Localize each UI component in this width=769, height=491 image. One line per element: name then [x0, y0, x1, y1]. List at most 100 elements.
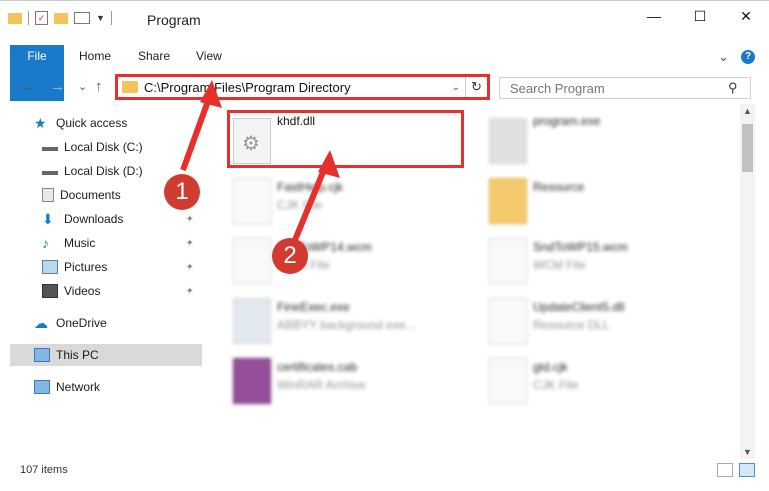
large-icons-view-icon[interactable] [739, 463, 755, 477]
details-view-icon[interactable] [717, 463, 733, 477]
drive-icon [42, 167, 58, 175]
address-dropdown-icon[interactable]: ⌄ [447, 82, 465, 93]
file-name: gtd.cjk [533, 360, 568, 374]
file-name: SndToWP15.wcm [533, 240, 628, 254]
sidebar-item-onedrive[interactable]: ☁ OneDrive [34, 312, 107, 334]
search-box[interactable]: ⚲ [499, 77, 751, 99]
pc-icon [34, 348, 50, 362]
search-input[interactable] [510, 80, 728, 96]
back-button[interactable]: ← [20, 78, 35, 95]
sidebar-item-local-disk-d[interactable]: Local Disk (D:) [42, 160, 143, 182]
file-item[interactable]: Resource [483, 170, 723, 226]
address-path[interactable]: C:\Program Files\Program Directory [144, 80, 447, 95]
sidebar-item-music[interactable]: ♪ Music ✦ [42, 232, 202, 254]
file-icon [489, 358, 527, 404]
pin-icon[interactable]: ✦ [186, 262, 194, 273]
downloads-icon: ⬇ [42, 211, 54, 227]
network-icon [34, 380, 50, 394]
drive-icon [42, 143, 58, 151]
view-switcher [717, 463, 755, 477]
title-bar: ✓ ▼ Program — ☐ ✕ [0, 0, 769, 38]
file-item[interactable]: SndToWP14.wcm WCM File [227, 230, 467, 286]
sidebar-item-label: Local Disk (D:) [64, 164, 143, 178]
file-name: FineExec.exe [277, 300, 350, 314]
sidebar-item-videos[interactable]: Videos ✦ [42, 280, 202, 302]
file-icon [233, 238, 271, 284]
file-type: CJK File [533, 378, 579, 392]
new-folder-icon[interactable] [54, 12, 68, 24]
customize-toolbar-icon[interactable] [74, 12, 90, 24]
star-icon: ★ [34, 115, 47, 131]
forward-button[interactable]: → [50, 78, 65, 95]
sidebar-item-network[interactable]: Network [34, 376, 100, 398]
close-button[interactable]: ✕ [723, 1, 769, 31]
scroll-down-icon[interactable]: ▼ [740, 447, 755, 457]
documents-icon [42, 188, 54, 202]
sidebar-item-downloads[interactable]: ⬇ Downloads ✦ [42, 208, 202, 230]
cloud-icon: ☁ [34, 315, 48, 331]
sidebar-item-quick-access[interactable]: ★ Quick access [34, 112, 127, 134]
tab-view[interactable]: View [196, 45, 222, 68]
folder-icon [489, 178, 527, 224]
file-type: Resource DLL [533, 318, 610, 332]
file-name: Resource [533, 180, 585, 194]
refresh-button[interactable]: ↻ [465, 77, 487, 97]
tab-share[interactable]: Share [138, 45, 170, 68]
archive-icon [233, 358, 271, 404]
up-button[interactable]: ↑ [95, 78, 103, 95]
sidebar-item-label: Videos [64, 284, 101, 298]
scroll-up-icon[interactable]: ▲ [740, 106, 755, 116]
sidebar-item-label: Downloads [64, 212, 124, 226]
sidebar-item-local-disk-c[interactable]: Local Disk (C:) [42, 136, 143, 158]
search-icon[interactable]: ⚲ [728, 80, 750, 96]
sidebar-item-label: OneDrive [56, 316, 107, 330]
file-item[interactable]: gtd.cjk CJK File [483, 350, 723, 406]
sidebar-item-label: Pictures [64, 260, 108, 274]
dll-file-icon [489, 298, 527, 344]
pin-icon[interactable]: ✦ [186, 238, 194, 249]
sidebar-item-label: Local Disk (C:) [64, 140, 143, 154]
sidebar-item-this-pc[interactable]: This PC [10, 344, 202, 366]
file-name: UpdateClient5.dll [533, 300, 625, 314]
sidebar-item-pictures[interactable]: Pictures ✦ [42, 256, 202, 278]
vertical-scrollbar[interactable]: ▲ ▼ [740, 104, 755, 459]
music-icon: ♪ [42, 235, 49, 251]
file-item[interactable]: FineExec.exe ABBYY background exe... [227, 290, 467, 346]
exe-file-icon [233, 298, 271, 344]
file-icon [233, 178, 271, 224]
recent-locations-button[interactable]: ⌄ [78, 80, 87, 93]
file-type: ABBYY background exe... [277, 318, 416, 332]
status-bar: 107 items [0, 458, 769, 482]
expand-ribbon-icon[interactable]: ⌄ [718, 49, 729, 65]
file-icon [489, 238, 527, 284]
minimize-button[interactable]: — [631, 1, 677, 31]
file-name: certificates.cab [277, 360, 358, 374]
tab-home[interactable]: Home [79, 45, 111, 68]
sidebar-item-documents[interactable]: Documents [42, 184, 121, 206]
sidebar-item-label: Documents [60, 188, 121, 202]
navigation-pane: ★ Quick access Local Disk (C:) Local Dis… [0, 112, 205, 452]
file-item[interactable]: program.exe [483, 110, 723, 166]
pin-icon[interactable]: ✦ [186, 214, 194, 225]
toolbar-separator [110, 11, 112, 25]
file-item[interactable]: FastHelp.cjk CJK File [227, 170, 467, 226]
folder-icon [122, 81, 138, 93]
file-item[interactable]: SndToWP15.wcm WCM File [483, 230, 723, 286]
sidebar-item-label: Network [56, 380, 101, 394]
item-count: 107 items [20, 464, 68, 476]
maximize-button[interactable]: ☐ [677, 1, 723, 31]
file-name: program.exe [533, 114, 601, 128]
window-controls: — ☐ ✕ [631, 1, 769, 31]
pin-icon[interactable]: ✦ [186, 286, 194, 297]
file-item[interactable]: certificates.cab WinRAR Archive [227, 350, 467, 406]
properties-icon[interactable]: ✓ [35, 11, 48, 25]
file-type: WCM File [533, 258, 586, 272]
address-bar[interactable]: C:\Program Files\Program Directory ⌄ ↻ [115, 74, 490, 100]
chevron-down-icon[interactable]: ▼ [96, 13, 105, 23]
help-icon[interactable]: ? [741, 50, 755, 64]
file-item[interactable]: UpdateClient5.dll Resource DLL [483, 290, 723, 346]
callout-2: 2 [272, 238, 308, 274]
scroll-thumb[interactable] [742, 124, 753, 172]
toolbar-separator [28, 11, 29, 25]
callout-1: 1 [164, 174, 200, 210]
